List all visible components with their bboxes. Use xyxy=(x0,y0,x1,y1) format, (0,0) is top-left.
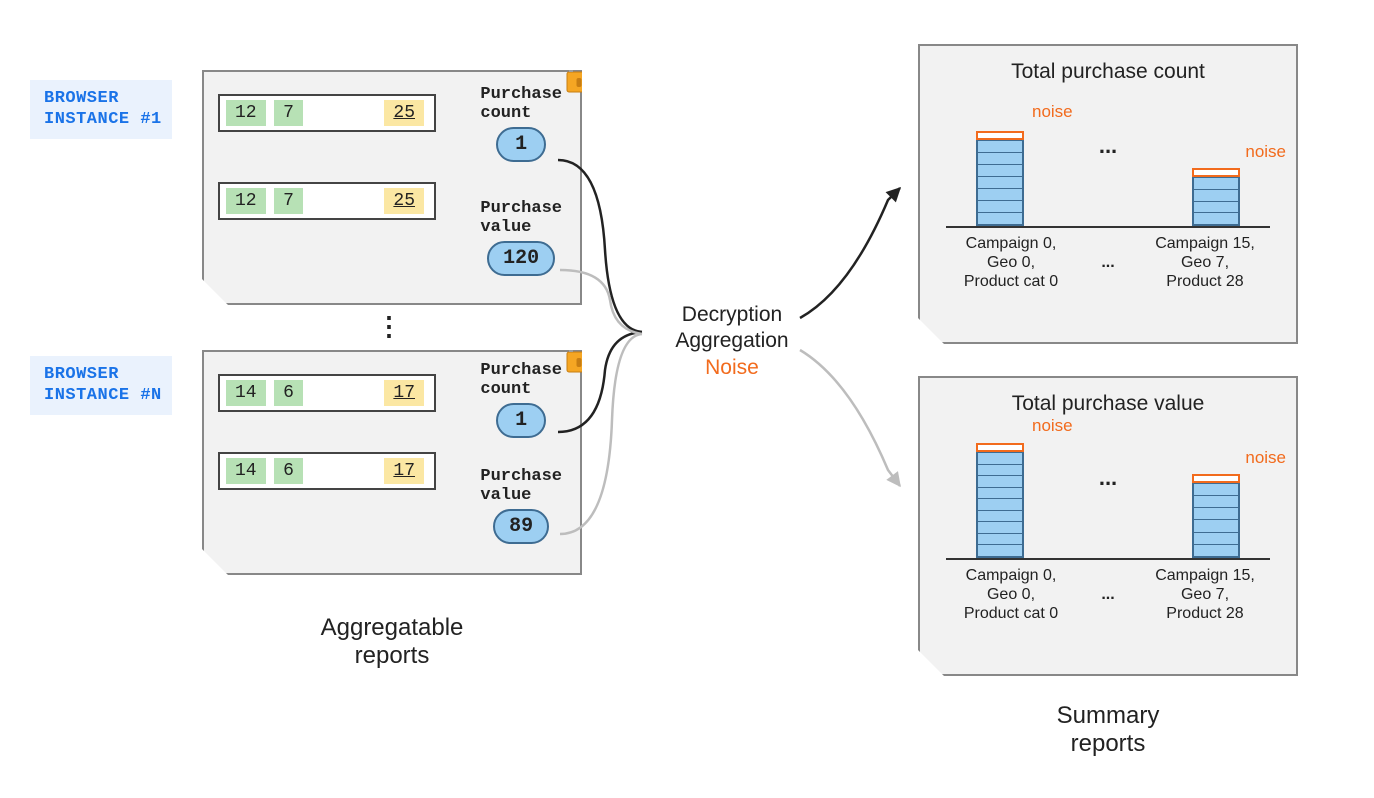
summary-chart-card: Total purchase count noise ... noise Cam… xyxy=(918,44,1298,344)
chart-category-label: Campaign 15, Geo 7, Product 28 xyxy=(1140,234,1270,292)
chart-bar xyxy=(1192,474,1240,558)
chart-title: Total purchase count xyxy=(946,60,1270,84)
section-label-summary: Summary reports xyxy=(1018,702,1198,758)
key-chip: 25 xyxy=(384,100,424,126)
metric-value-pill: 1 xyxy=(496,127,546,162)
metric-label: Purchase value xyxy=(480,468,562,505)
aggregatable-report-card: 14 6 17 Purchase count 1 14 6 17 Purchas… xyxy=(202,350,582,575)
horizontal-ellipsis: ... xyxy=(1101,585,1114,604)
metric-value-pill: 1 xyxy=(496,403,546,438)
noise-label: noise xyxy=(1032,102,1073,122)
key-chip: 12 xyxy=(226,188,266,214)
noise-label: noise xyxy=(1245,142,1286,162)
horizontal-ellipsis: ... xyxy=(1099,133,1117,189)
key-chip: 17 xyxy=(384,458,424,484)
key-chip: 6 xyxy=(274,458,303,484)
browser-instance-n-text: BROWSER INSTANCE #N xyxy=(44,365,162,405)
chart-category-label: Campaign 0, Geo 0, Product cat 0 xyxy=(946,566,1076,624)
key-chip: 14 xyxy=(226,458,266,484)
key-chip: 25 xyxy=(384,188,424,214)
aggregatable-report-card: 12 7 25 Purchase count 1 12 7 25 Purchas… xyxy=(202,70,582,305)
horizontal-ellipsis: ... xyxy=(1099,465,1117,521)
metric-label: Purchase count xyxy=(480,362,562,399)
chart-categories: Campaign 0, Geo 0, Product cat 0 ... Cam… xyxy=(946,234,1270,292)
report-row: 14 6 17 Purchase count 1 xyxy=(218,374,564,412)
key-chip: 6 xyxy=(274,380,303,406)
browser-instance-tag: BROWSER INSTANCE #1 xyxy=(30,80,172,139)
process-aggregation-text: Aggregation xyxy=(652,328,812,354)
report-row: 14 6 17 Purchase value 89 xyxy=(218,452,564,490)
report-row: 12 7 25 Purchase count 1 xyxy=(218,94,564,132)
aggregation-process-label: Decryption Aggregation Noise xyxy=(652,302,812,381)
browser-instance-1-text: BROWSER INSTANCE #1 xyxy=(44,89,162,129)
key-box: 12 7 25 xyxy=(218,182,436,220)
key-box: 14 6 17 xyxy=(218,374,436,412)
key-chip: 17 xyxy=(384,380,424,406)
metric-label: Purchase value xyxy=(480,200,562,237)
chart-title: Total purchase value xyxy=(946,392,1270,416)
chart-categories: Campaign 0, Geo 0, Product cat 0 ... Cam… xyxy=(946,566,1270,624)
process-noise-text: Noise xyxy=(652,355,812,381)
metric-value-pill: 120 xyxy=(487,241,555,276)
process-decryption-text: Decryption xyxy=(652,302,812,328)
chart-body: noise ... noise xyxy=(946,96,1270,226)
key-box: 12 7 25 xyxy=(218,94,436,132)
noise-label: noise xyxy=(1032,416,1073,436)
chart-category-label: Campaign 15, Geo 7, Product 28 xyxy=(1140,566,1270,624)
summary-chart-card: Total purchase value noise ... noise Cam… xyxy=(918,376,1298,676)
report-row: 12 7 25 Purchase value 120 xyxy=(218,182,564,220)
metric-value-pill: 89 xyxy=(493,509,549,544)
chart-bar xyxy=(976,131,1024,226)
chart-bar xyxy=(1192,168,1240,226)
noise-label: noise xyxy=(1245,448,1286,468)
lock-icon xyxy=(564,58,594,99)
horizontal-ellipsis: ... xyxy=(1101,253,1114,272)
browser-instance-tag: BROWSER INSTANCE #N xyxy=(30,356,172,415)
chart-bar xyxy=(976,443,1024,558)
section-label-aggregatable: Aggregatable reports xyxy=(282,614,502,670)
key-chip: 12 xyxy=(226,100,266,126)
key-chip: 7 xyxy=(274,188,303,214)
key-chip: 7 xyxy=(274,100,303,126)
metric-label: Purchase count xyxy=(480,86,562,123)
key-box: 14 6 17 xyxy=(218,452,436,490)
chart-category-label: Campaign 0, Geo 0, Product cat 0 xyxy=(946,234,1076,292)
key-chip: 14 xyxy=(226,380,266,406)
chart-axis xyxy=(946,558,1270,560)
lock-icon xyxy=(564,338,594,379)
chart-body: noise ... noise xyxy=(946,428,1270,558)
chart-axis xyxy=(946,226,1270,228)
vertical-ellipsis: ⋮ xyxy=(376,320,402,333)
